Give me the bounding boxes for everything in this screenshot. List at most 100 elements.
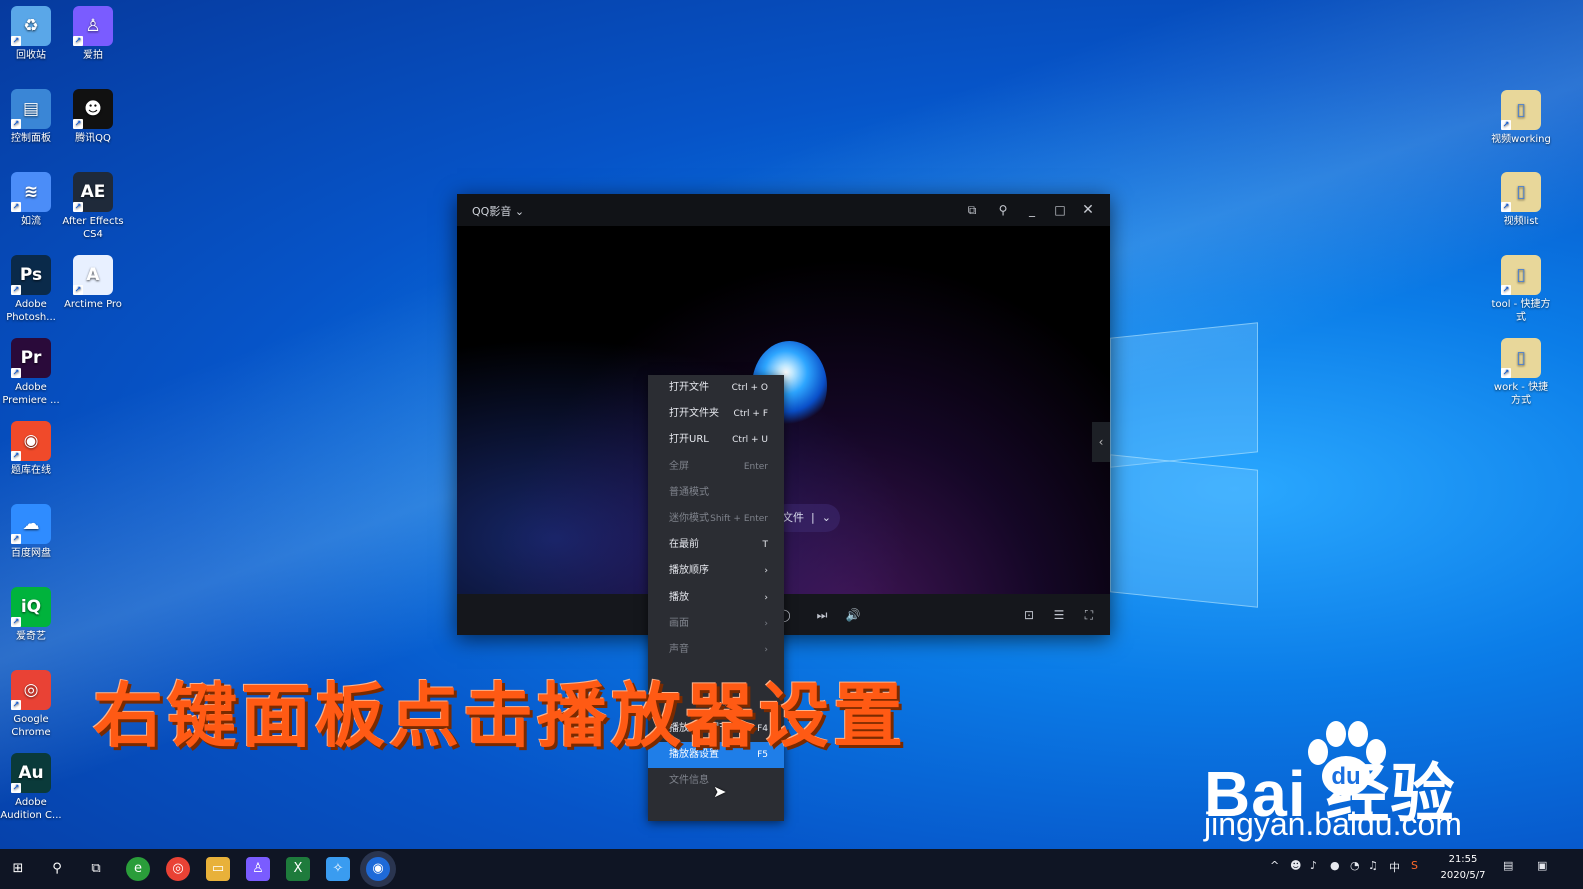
fullscreen-icon[interactable]: ⛶ <box>1080 606 1098 624</box>
player-titlebar[interactable]: QQ影音 ⌄ ⧉ ⚲ _ □ ✕ <box>457 194 1110 226</box>
search-icon[interactable]: ⚲ <box>45 857 69 881</box>
context-menu-item[interactable]: 在最前 T <box>648 532 784 558</box>
desktop-icon[interactable]: ≋ ↗ 如流 <box>0 172 62 228</box>
menu-item-shortcut: Ctrl + O <box>731 383 768 393</box>
qq-player-taskbar-icon[interactable]: ◉ <box>366 857 390 881</box>
folder-shortcut-icon: ▯ ↗ <box>1501 255 1541 295</box>
notes-icon[interactable]: ▤ <box>1503 859 1513 872</box>
desktop-icon-label: 爱奇艺 <box>16 631 46 642</box>
desktop-icon-label: Adobe Photosh... <box>6 299 56 323</box>
desktop-icon-label: Arctime Pro <box>64 299 122 310</box>
menu-item-shortcut: › <box>764 592 768 603</box>
tray-expand-icon[interactable]: ^ <box>1270 859 1279 872</box>
browser-icon[interactable]: e <box>126 857 150 881</box>
desktop-icon-label: 百度网盘 <box>11 548 51 559</box>
desktop-icon-label: After Effects CS4 <box>62 216 124 240</box>
desktop-icon[interactable]: ♙ ↗ 爱拍 <box>62 6 124 62</box>
menu-item-label: 打开文件 <box>669 382 709 393</box>
network-icon[interactable]: ◔ <box>1350 859 1360 872</box>
context-menu-item[interactable]: 播放 › <box>648 585 784 611</box>
desktop-icon[interactable]: A ↗ Arctime Pro <box>62 255 124 311</box>
context-menu-item[interactable]: 全屏 Enter <box>648 454 784 480</box>
premiere-icon: Pr ↗ <box>11 338 51 378</box>
tray-status-icon[interactable]: ● <box>1330 859 1340 872</box>
menu-item-label: 迷你模式 <box>669 513 709 524</box>
clock-time: 21:55 <box>1448 854 1478 865</box>
arctime-icon: A ↗ <box>73 255 113 295</box>
microphone-icon[interactable]: ♪ <box>1310 859 1317 872</box>
player-app-name[interactable]: QQ影音 ⌄ <box>472 203 524 219</box>
recycle-bin-icon: ♻ ↗ <box>11 6 51 46</box>
baidu-netdisk-icon: ☁ ↗ <box>11 504 51 544</box>
screenshot-icon[interactable]: ⧉ <box>964 202 980 218</box>
desktop-icon[interactable]: Au ↗ Adobe Audition C... <box>0 753 62 822</box>
excel-icon[interactable]: X <box>286 857 310 881</box>
action-center-icon[interactable]: ▣ <box>1537 859 1547 872</box>
tray-app-icon[interactable]: ☻ <box>1290 859 1301 872</box>
next-icon[interactable]: ⏭ <box>813 606 831 624</box>
menu-item-shortcut: Shift + Enter <box>710 514 768 524</box>
svg-text:du: du <box>1331 763 1360 790</box>
aipai-icon[interactable]: ♙ <box>246 857 270 881</box>
qq-penguin-icon: ☻ ↗ <box>73 89 113 129</box>
context-menu-item[interactable]: 画面 › <box>648 611 784 637</box>
desktop-icon[interactable]: iQ ↗ 爱奇艺 <box>0 587 62 643</box>
desktop-icon-label: work - 快捷方式 <box>1493 382 1549 406</box>
desktop-icon[interactable]: ◉ ↗ 题库在线 <box>0 421 62 477</box>
desktop-icon[interactable]: ▯ ↗ 视频working <box>1490 90 1552 146</box>
app-icon[interactable]: ✧ <box>326 857 350 881</box>
menu-item-label: 画面 <box>669 617 689 629</box>
context-menu-item[interactable]: 普通模式 <box>648 480 784 506</box>
task-view-icon[interactable]: ⧉ <box>84 857 108 881</box>
capture-icon[interactable]: ⊡ <box>1020 606 1038 624</box>
windows-wallpaper-logo <box>1110 312 1260 608</box>
context-menu-item[interactable]: 迷你模式 Shift + Enter <box>648 506 784 532</box>
desktop-icon[interactable]: ◎ ↗ Google Chrome <box>0 670 62 739</box>
desktop-icon-label: 视频list <box>1503 216 1539 227</box>
minimize-icon[interactable]: _ <box>1024 202 1040 218</box>
chrome-icon[interactable]: ◎ <box>166 857 190 881</box>
context-menu-item[interactable]: 播放顺序 › <box>648 558 784 584</box>
desktop-icon[interactable]: AE ↗ After Effects CS4 <box>62 172 124 241</box>
menu-item-shortcut: T <box>762 540 769 551</box>
menu-item-shortcut: › <box>764 566 768 577</box>
menu-item-label: 打开文件夹 <box>669 408 719 420</box>
context-menu-item[interactable]: 打开文件夹 Ctrl + F <box>648 401 784 427</box>
after-effects-icon: AE ↗ <box>73 172 113 212</box>
close-icon[interactable]: ✕ <box>1080 202 1096 218</box>
settings-sliders-icon[interactable]: ☰ <box>1050 606 1068 624</box>
desktop-icon-label: 题库在线 <box>11 465 51 476</box>
context-menu-item[interactable]: 打开URL Ctrl + U <box>648 427 784 453</box>
menu-item-shortcut: › <box>764 618 768 629</box>
menu-item-shortcut: Enter <box>743 461 768 472</box>
pin-icon[interactable]: ⚲ <box>995 202 1011 218</box>
playlist-toggle-icon[interactable]: ‹ <box>1092 422 1110 462</box>
desktop-icon[interactable]: ▯ ↗ tool - 快捷方式 <box>1490 255 1552 324</box>
desktop-icon[interactable]: ☁ ↗ 百度网盘 <box>0 504 62 560</box>
desktop-icon[interactable]: Ps ↗ Adobe Photosh... <box>0 255 62 324</box>
maximize-icon[interactable]: □ <box>1052 202 1068 218</box>
desktop-icon[interactable]: ▯ ↗ work - 快捷方式 <box>1490 338 1552 407</box>
desktop-icon[interactable]: ▯ ↗ 视频list <box>1490 172 1552 228</box>
file-explorer-icon[interactable]: ▭ <box>206 857 230 881</box>
sogou-input-icon[interactable]: S <box>1411 859 1418 872</box>
input-language[interactable]: 中 <box>1389 859 1400 875</box>
tutorial-caption: 右键面板点击播放器设置 <box>93 675 907 757</box>
taskbar: ⊞ ⚲ ⧉ e ◎ ▭ ♙ X ✧ ◉ ^ ☻ ♪ ● ◔ ♫ 中 S 21:5… <box>0 849 1583 889</box>
desktop-icon[interactable]: ♻ ↗ 回收站 <box>0 6 62 62</box>
speaker-icon[interactable]: ♫ <box>1368 859 1378 872</box>
control-panel-icon: ▤ ↗ <box>11 89 51 129</box>
volume-icon[interactable]: 🔊 <box>844 606 862 624</box>
desktop-icon-label: 回收站 <box>16 50 46 61</box>
desktop-icon-label: 视频working <box>1491 134 1551 145</box>
menu-item-label: 文件信息 <box>669 775 709 786</box>
start-windows-icon[interactable]: ⊞ <box>6 857 30 881</box>
clock[interactable]: 21:55 2020/5/7 <box>1438 852 1488 884</box>
desktop-icon[interactable]: ☻ ↗ 腾讯QQ <box>62 89 124 145</box>
context-menu-item[interactable]: 打开文件 Ctrl + O <box>648 375 784 401</box>
folder-icon: ▯ ↗ <box>1501 172 1541 212</box>
baidu-paw-icon: du <box>1308 721 1386 796</box>
desktop-icon[interactable]: Pr ↗ Adobe Premiere ... <box>0 338 62 407</box>
menu-item-label: 播放顺序 <box>669 565 709 577</box>
desktop-icon[interactable]: ▤ ↗ 控制面板 <box>0 89 62 145</box>
